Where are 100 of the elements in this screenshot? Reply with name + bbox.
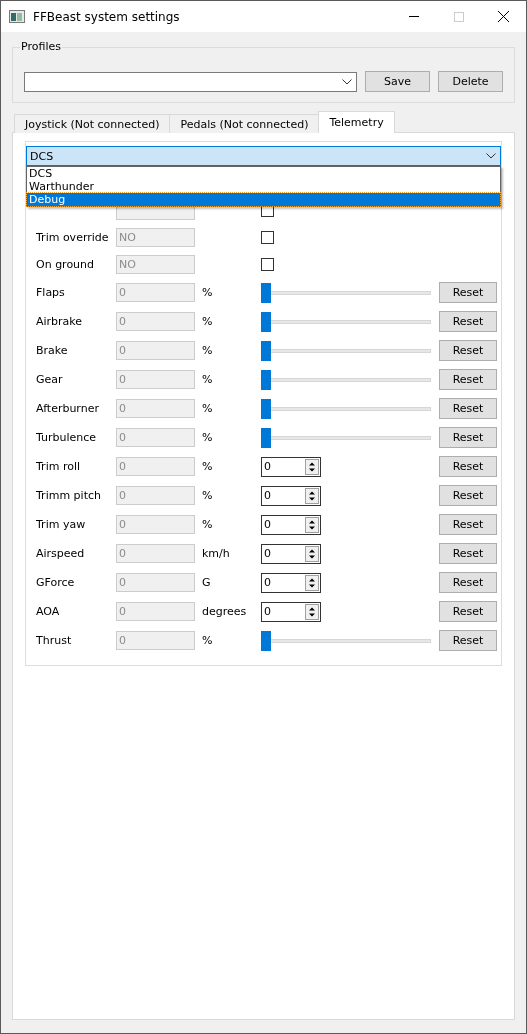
- spin-box[interactable]: 0: [261, 543, 321, 564]
- chevron-down-icon: [486, 153, 496, 159]
- unit-label: %: [202, 373, 214, 386]
- row-label: Airbrake: [36, 315, 84, 328]
- maximize-icon: [453, 11, 464, 22]
- slider-thumb[interactable]: [261, 340, 271, 361]
- reset-button[interactable]: Reset: [439, 282, 497, 303]
- tab[interactable]: Telemetry: [318, 111, 395, 133]
- spin-box[interactable]: 0: [261, 485, 321, 506]
- slider[interactable]: [261, 427, 431, 448]
- row-label: Afterburner: [36, 402, 100, 415]
- spin-box[interactable]: 0: [261, 601, 321, 622]
- slider[interactable]: [261, 340, 431, 361]
- slider-thumb[interactable]: [261, 311, 271, 332]
- chevron-down-icon: [342, 78, 352, 85]
- unit-label: %: [202, 286, 214, 299]
- slider[interactable]: [261, 398, 431, 419]
- row-label: Trim override: [36, 231, 110, 244]
- slider[interactable]: [261, 369, 431, 390]
- row-label: Airspeed: [36, 547, 86, 560]
- slider[interactable]: [261, 282, 431, 303]
- value-field: 0: [116, 283, 195, 302]
- row-label: Trimm pitch: [36, 489, 102, 502]
- slider[interactable]: [261, 630, 431, 651]
- window-title: FFBeast system settings: [33, 9, 181, 24]
- value-field: NO: [116, 228, 195, 247]
- value-field: 0: [116, 573, 195, 592]
- row-label: GForce: [36, 576, 76, 589]
- value-field: 0: [116, 399, 195, 418]
- value-field: 0: [116, 544, 195, 563]
- value-field: 0: [116, 428, 195, 447]
- unit-label: %: [202, 431, 214, 444]
- row-label: On ground: [36, 258, 96, 271]
- source-dropdown[interactable]: DCS: [26, 146, 501, 166]
- value-field: NO: [116, 255, 195, 274]
- dropdown-option[interactable]: Warthunder: [27, 180, 500, 193]
- reset-button[interactable]: Reset: [439, 514, 497, 535]
- tab[interactable]: Joystick (Not connected): [14, 114, 171, 133]
- dropdown-option[interactable]: DCS: [27, 167, 500, 180]
- unit-label: degrees: [202, 605, 248, 618]
- slider-thumb[interactable]: [261, 630, 271, 651]
- reset-button[interactable]: Reset: [439, 601, 497, 622]
- reset-button[interactable]: Reset: [439, 311, 497, 332]
- row-label: Brake: [36, 344, 69, 357]
- unit-label: km/h: [202, 547, 231, 560]
- unit-label: %: [202, 315, 214, 328]
- slider-thumb[interactable]: [261, 427, 271, 448]
- row-label: Gear: [36, 373, 64, 386]
- spin-box[interactable]: 0: [261, 514, 321, 535]
- dropdown-option[interactable]: Debug: [27, 193, 500, 206]
- reset-button[interactable]: Reset: [439, 456, 497, 477]
- reset-button[interactable]: Reset: [439, 369, 497, 390]
- row-label: Flaps: [36, 286, 66, 299]
- spin-arrows-icon[interactable]: [305, 487, 319, 504]
- slider-thumb[interactable]: [261, 282, 271, 303]
- unit-label: %: [202, 402, 214, 415]
- spin-arrows-icon[interactable]: [305, 545, 319, 562]
- reset-button[interactable]: Reset: [439, 543, 497, 564]
- reset-button[interactable]: Reset: [439, 427, 497, 448]
- unit-label: %: [202, 518, 214, 531]
- value-field: 0: [116, 457, 195, 476]
- row-label: Turbulence: [36, 431, 98, 444]
- value-field: 0: [116, 370, 195, 389]
- reset-button[interactable]: Reset: [439, 572, 497, 593]
- close-icon: [498, 11, 509, 22]
- unit-label: %: [202, 460, 214, 473]
- unit-label: %: [202, 344, 214, 357]
- value-field: 0: [116, 341, 195, 360]
- value-field: 0: [116, 312, 195, 331]
- profile-dropdown[interactable]: [24, 71, 357, 92]
- reset-button[interactable]: Reset: [439, 485, 497, 506]
- spin-arrows-icon[interactable]: [305, 458, 319, 475]
- row-label: Thrust: [36, 634, 73, 647]
- tab[interactable]: Pedals (Not connected): [169, 114, 320, 133]
- row-label: AOA: [36, 605, 61, 618]
- unit-label: %: [202, 634, 214, 647]
- value-field: 0: [116, 486, 195, 505]
- reset-button[interactable]: Reset: [439, 630, 497, 651]
- reset-button[interactable]: Reset: [439, 398, 497, 419]
- spin-box[interactable]: 0: [261, 572, 321, 593]
- spin-arrows-icon[interactable]: [305, 603, 319, 620]
- checkbox[interactable]: [261, 231, 274, 244]
- spin-box[interactable]: 0: [261, 456, 321, 477]
- minimize-icon: [408, 16, 419, 17]
- spin-arrows-icon[interactable]: [305, 516, 319, 533]
- profile-button[interactable]: Delete: [438, 71, 503, 92]
- row-label: Trim roll: [36, 460, 82, 473]
- profile-button[interactable]: Save: [365, 71, 430, 92]
- unit-label: %: [202, 489, 214, 502]
- app-icon: [9, 10, 25, 23]
- reset-button[interactable]: Reset: [439, 340, 497, 361]
- slider-thumb[interactable]: [261, 398, 271, 419]
- row-label: Trim yaw: [36, 518, 87, 531]
- slider[interactable]: [261, 311, 431, 332]
- group-title: Profiles: [20, 40, 62, 53]
- slider-thumb[interactable]: [261, 369, 271, 390]
- value-field: 0: [116, 515, 195, 534]
- value-field: 0: [116, 602, 195, 621]
- spin-arrows-icon[interactable]: [305, 574, 319, 591]
- checkbox[interactable]: [261, 258, 274, 271]
